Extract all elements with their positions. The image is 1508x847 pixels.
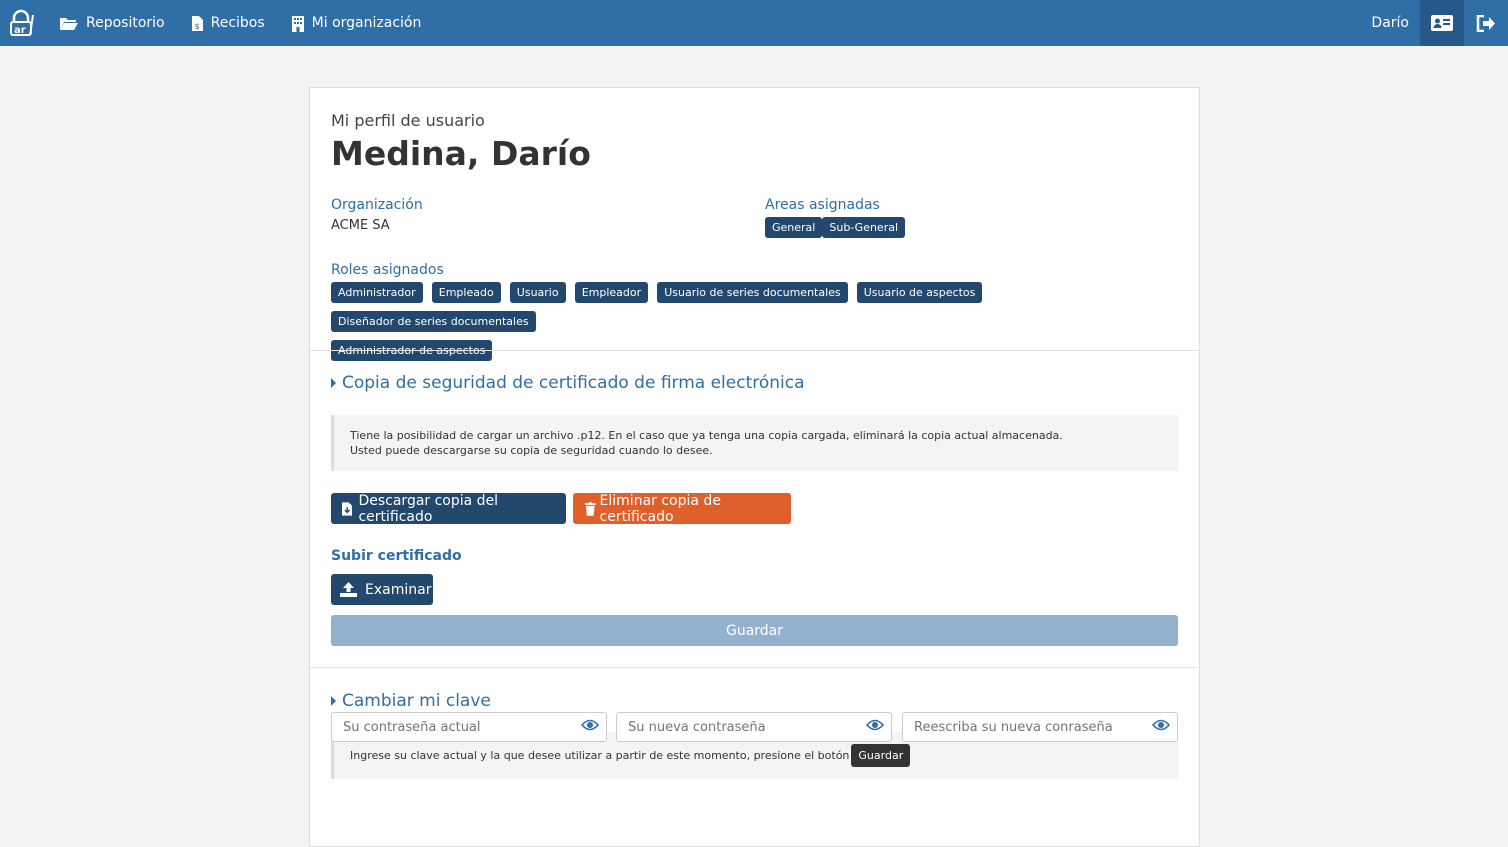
nav-mi-organizacion[interactable]: Mi organización (278, 0, 435, 46)
eye-icon[interactable] (866, 719, 884, 731)
upload-certificate-label: Subir certificado (331, 548, 462, 564)
user-name[interactable]: Darío (1360, 15, 1420, 31)
organization-value: ACME SA (331, 218, 390, 233)
repeat-password-input[interactable] (903, 713, 1133, 741)
role-badge: Usuario (509, 282, 566, 303)
current-password-input[interactable] (332, 713, 562, 741)
areas-block: Areas asignadas General Sub-General (765, 197, 908, 245)
password-section-toggle[interactable]: Cambiar mi clave (331, 691, 491, 711)
areas-label: Areas asignadas (765, 197, 880, 213)
role-badge: Administrador (331, 282, 423, 303)
organization-label: Organización (331, 197, 423, 213)
logout-button[interactable] (1464, 0, 1508, 46)
svg-text:$: $ (194, 22, 199, 31)
page-subtitle: Mi perfil de usuario (331, 111, 485, 130)
role-badge: Usuario de series documentales (657, 282, 848, 303)
eye-icon[interactable] (581, 719, 599, 731)
divider (310, 350, 1199, 351)
repeat-password-field[interactable] (902, 712, 1178, 742)
eye-icon[interactable] (1152, 719, 1170, 731)
certificate-info-line1: Tiene la posibilidad de cargar un archiv… (350, 429, 1063, 442)
area-badge: General (765, 217, 823, 238)
new-password-input[interactable] (617, 713, 847, 741)
nav-repositorio[interactable]: Repositorio (46, 0, 178, 46)
nav-recibos[interactable]: $ Recibos (178, 0, 278, 46)
divider (310, 667, 1199, 668)
id-card-icon (1431, 15, 1453, 31)
browse-label: Examinar (365, 581, 432, 598)
building-icon (291, 15, 304, 32)
app-logo[interactable]: ar (0, 0, 46, 46)
ar-logo-icon: ar (10, 9, 34, 36)
sign-out-icon (1476, 14, 1495, 32)
certificate-section-title: Copia de seguridad de certificado de fir… (342, 373, 805, 393)
top-navbar: ar Repositorio $ Recibos Mi organización… (0, 0, 1508, 46)
password-info-badge: Guardar (851, 744, 911, 767)
upload-icon (340, 582, 357, 597)
password-info-text: Ingrese su clave actual y la que desee u… (350, 749, 850, 762)
download-certificate-button[interactable]: Descargar copia del certificado (331, 492, 566, 525)
download-certificate-label: Descargar copia del certificado (358, 492, 499, 525)
current-password-field[interactable] (331, 712, 607, 742)
browse-button[interactable]: Examinar (331, 574, 433, 605)
role-badge: Empleador (574, 282, 649, 303)
role-badge: Empleado (431, 282, 501, 303)
caret-right-icon (331, 378, 336, 388)
trash-icon (585, 501, 596, 516)
organization-block: Organización ACME SA (331, 197, 423, 233)
nav-repositorio-label: Repositorio (86, 15, 165, 31)
role-badge: Diseñador de series documentales (331, 311, 536, 332)
profile-button[interactable] (1420, 0, 1464, 46)
save-certificate-button[interactable]: Guardar (331, 615, 1178, 646)
save-certificate-label: Guardar (725, 622, 784, 639)
delete-certificate-label: Eliminar copia de certificado (599, 492, 721, 525)
file-dollar-icon: $ (191, 15, 203, 31)
svg-text:ar: ar (14, 25, 26, 36)
new-password-field[interactable] (616, 712, 892, 742)
page-title: Medina, Darío (331, 134, 591, 173)
certificate-section-toggle[interactable]: Copia de seguridad de certificado de fir… (331, 373, 805, 393)
file-download-icon (342, 501, 353, 516)
role-badge: Usuario de aspectos (856, 282, 983, 303)
caret-right-icon (331, 696, 336, 706)
roles-block: Roles asignados Administrador Empleado U… (331, 262, 1181, 368)
area-badge: Sub-General (822, 217, 906, 238)
nav-recibos-label: Recibos (210, 15, 265, 31)
nav-mi-organizacion-label: Mi organización (311, 15, 422, 31)
folder-open-icon (60, 18, 78, 30)
roles-label: Roles asignados (331, 262, 444, 278)
delete-certificate-button[interactable]: Eliminar copia de certificado (573, 492, 791, 525)
certificate-info-box: Tiene la posibilidad de cargar un archiv… (331, 415, 1178, 471)
certificate-info-line2: Usted puede descargarse su copia de segu… (350, 444, 713, 457)
password-section-title: Cambiar mi clave (342, 691, 491, 711)
